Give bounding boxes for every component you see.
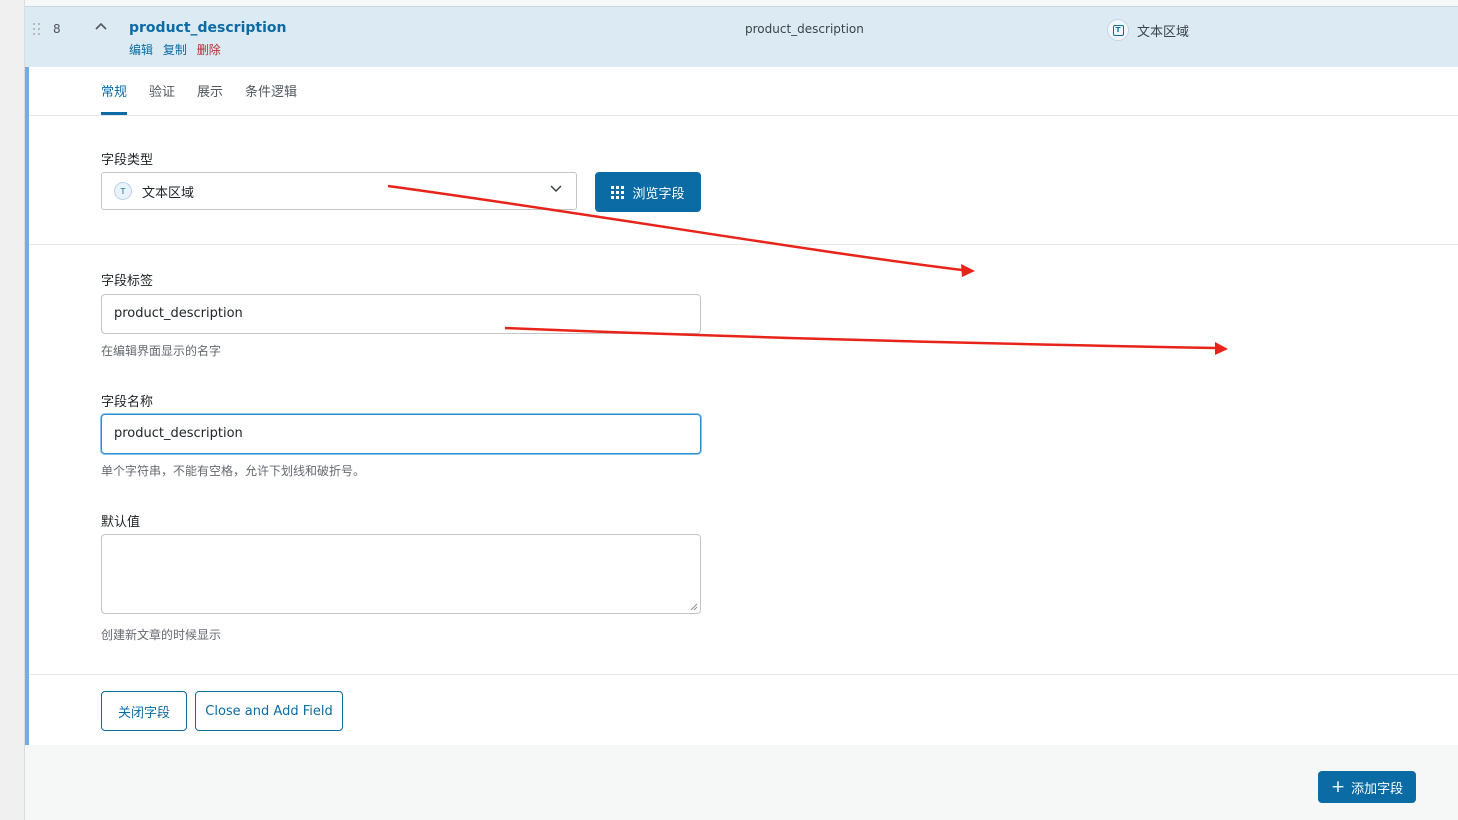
- plus-icon: +: [1330, 776, 1346, 797]
- tab-validation[interactable]: 验证: [149, 67, 175, 101]
- field-type-select[interactable]: T 文本区域: [101, 172, 577, 210]
- tab-presentation[interactable]: 展示: [197, 67, 223, 101]
- textarea-icon: T: [114, 182, 132, 200]
- field-group-editor: 8 product_description 编辑 复制 删除 product_d…: [24, 0, 1458, 820]
- field-label-heading: 字段标签: [101, 274, 154, 289]
- default-value-heading: 默认值: [101, 515, 141, 530]
- chevron-up-icon[interactable]: [95, 21, 107, 31]
- add-field-button[interactable]: + 添加字段: [1318, 771, 1416, 803]
- browse-fields-button[interactable]: 浏览字段: [595, 172, 701, 212]
- add-field-label: 添加字段: [1351, 781, 1404, 797]
- delete-link[interactable]: 删除: [197, 43, 221, 57]
- field-row[interactable]: 8 product_description 编辑 复制 删除 product_d…: [25, 6, 1458, 68]
- tabs-divider: [29, 115, 1458, 116]
- grid-icon: [611, 185, 625, 199]
- resize-handle-icon[interactable]: [690, 603, 698, 611]
- field-label-hint: 在编辑界面显示的名字: [101, 344, 222, 358]
- duplicate-link[interactable]: 复制: [163, 43, 187, 57]
- close-field-button[interactable]: 关闭字段: [101, 691, 187, 731]
- field-type-label: 文本区域: [1137, 24, 1190, 40]
- tab-general[interactable]: 常规: [101, 67, 128, 115]
- settings-tabs: 常规 验证 展示 条件逻辑: [101, 67, 319, 115]
- field-name-heading: 字段名称: [101, 395, 154, 410]
- text-type-icon: T: [1107, 19, 1129, 41]
- field-name-cell: product_description: [745, 22, 864, 36]
- field-type-value: 文本区域: [142, 185, 195, 201]
- footer-divider: [29, 674, 1458, 675]
- field-label-link[interactable]: product_description: [129, 20, 286, 36]
- edit-link[interactable]: 编辑: [129, 43, 153, 57]
- field-order-number: 8: [53, 22, 61, 36]
- tab-conditional-logic[interactable]: 条件逻辑: [245, 67, 297, 101]
- field-label-input[interactable]: product_description: [101, 294, 701, 334]
- section-divider: [29, 244, 1458, 245]
- close-and-add-field-button[interactable]: Close and Add Field: [195, 691, 343, 731]
- drag-handle-icon[interactable]: [33, 23, 43, 35]
- default-value-hint: 创建新文章的时候显示: [101, 628, 222, 642]
- row-actions: 编辑 复制 删除: [129, 41, 227, 58]
- field-settings-panel: 常规 验证 展示 条件逻辑 字段类型 T 文本区域 浏览字段 字段标签 prod…: [25, 67, 1458, 745]
- field-name-hint: 单个字符串，不能有空格，允许下划线和破折号。: [101, 464, 366, 478]
- default-value-textarea[interactable]: [101, 534, 701, 614]
- field-type-cell: T 文本区域: [1107, 19, 1189, 41]
- chevron-down-icon: [550, 185, 562, 193]
- field-type-label: 字段类型: [101, 153, 154, 168]
- browse-fields-label: 浏览字段: [632, 186, 685, 202]
- field-name-input[interactable]: product_description: [101, 414, 701, 454]
